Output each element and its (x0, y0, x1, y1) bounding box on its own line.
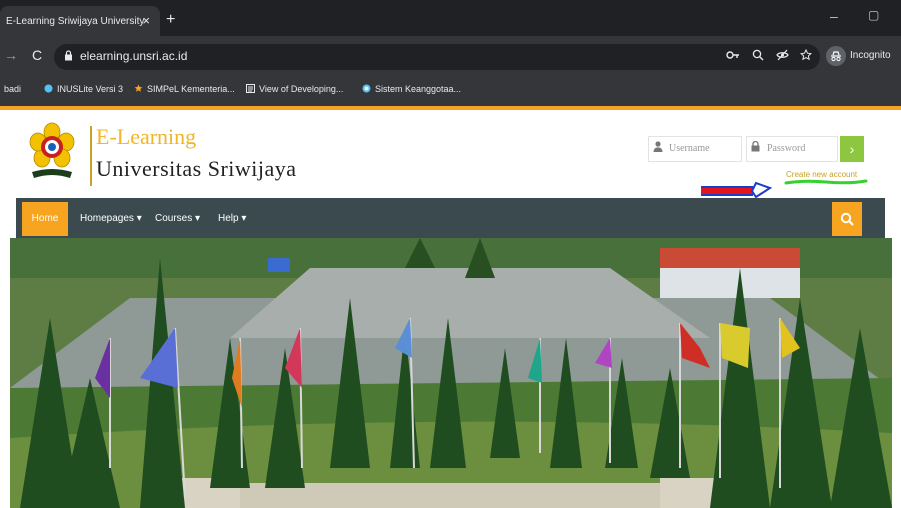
key-icon[interactable] (726, 49, 740, 63)
site-icon (44, 84, 53, 93)
site-top-border (0, 106, 901, 110)
forward-icon[interactable]: → (4, 47, 18, 63)
lock-icon (64, 50, 73, 64)
login-submit-button[interactable]: › (840, 136, 864, 162)
university-logo[interactable] (26, 122, 78, 182)
brand-divider (90, 126, 92, 186)
bookmark-item[interactable]: Sistem Keanggotaa... (362, 84, 461, 94)
nav-courses[interactable]: Courses ▾ (155, 213, 200, 224)
user-icon (653, 141, 663, 155)
globe-icon (362, 84, 371, 93)
bookmark-item[interactable]: INUSLite Versi 3 (44, 84, 123, 94)
bookmark-label: INUSLite Versi 3 (57, 84, 124, 94)
annotation-underline (784, 179, 868, 185)
hero-campus-image (10, 238, 892, 508)
bookmark-item[interactable]: badi (4, 84, 21, 94)
search-icon (840, 212, 854, 226)
username-placeholder: Username (669, 143, 710, 154)
browser-tab[interactable]: E-Learning Sriwijaya University × (0, 6, 160, 36)
maximize-icon[interactable]: ▢ (868, 8, 879, 22)
bookmark-label: SIMPeL Kementeria... (147, 84, 235, 94)
doc-icon (246, 84, 255, 93)
search-button[interactable] (832, 202, 862, 236)
tab-close-icon[interactable]: × (142, 13, 150, 28)
minimize-icon[interactable]: – (830, 8, 838, 24)
new-tab-button[interactable]: + (166, 11, 175, 29)
main-navbar (16, 198, 885, 238)
annotation-arrow-icon (701, 181, 772, 198)
bookmark-item[interactable]: View of Developing... (246, 84, 343, 94)
nav-home[interactable]: Home (22, 202, 68, 236)
lock-icon (751, 140, 760, 155)
password-field[interactable]: Password (746, 136, 838, 162)
nav-homepages[interactable]: Homepages ▾ (80, 213, 142, 224)
nav-help[interactable]: Help ▾ (218, 213, 246, 224)
brand-title-line1: E-Learning (96, 124, 197, 149)
bookmark-label: badi (4, 84, 22, 94)
reload-icon[interactable]: C (32, 47, 42, 63)
star-icon[interactable] (799, 48, 813, 64)
brand-title-line2: Universitas Sriwijaya (96, 156, 297, 181)
bookmark-label: View of Developing... (259, 84, 344, 94)
zoom-icon[interactable] (752, 49, 764, 64)
star-icon (134, 84, 143, 93)
username-field[interactable]: Username (648, 136, 742, 162)
incognito-icon[interactable] (826, 46, 846, 66)
password-placeholder: Password (767, 143, 806, 154)
tab-title: E-Learning Sriwijaya University (6, 16, 145, 27)
profile-label[interactable]: Incognito (850, 50, 891, 61)
bookmark-item[interactable]: SIMPeL Kementeria... (134, 84, 235, 94)
bookmark-label: Sistem Keanggotaa... (375, 84, 462, 94)
address-url[interactable]: elearning.unsri.ac.id (80, 49, 187, 63)
eye-off-icon[interactable] (776, 49, 789, 64)
